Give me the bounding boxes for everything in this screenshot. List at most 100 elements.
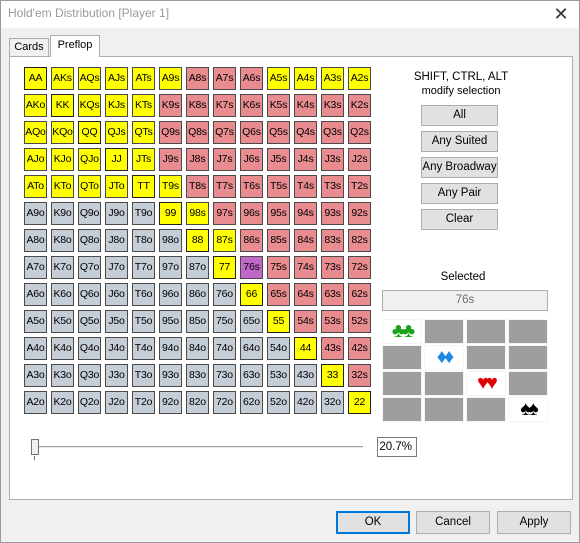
hand-cell[interactable]: 33 (321, 364, 344, 387)
hand-cell[interactable]: AJs (105, 67, 128, 90)
combo-cell-spades[interactable]: ♠♠ (508, 397, 548, 422)
slider-thumb[interactable] (31, 439, 39, 455)
combo-cell[interactable] (424, 397, 464, 422)
hand-cell[interactable]: K9s (159, 94, 182, 117)
combo-cell[interactable] (424, 371, 464, 396)
hand-cell[interactable]: T2o (132, 391, 155, 414)
hand-cell[interactable]: K5s (267, 94, 290, 117)
hand-cell[interactable]: K4o (51, 337, 74, 360)
combo-cell[interactable] (382, 345, 422, 370)
combo-cell-clubs[interactable]: ♣♣ (382, 319, 422, 344)
hand-cell[interactable]: 83o (186, 364, 209, 387)
hand-cell[interactable]: Q2s (348, 121, 371, 144)
hand-cell[interactable]: K4s (294, 94, 317, 117)
hand-cell[interactable]: Q4o (78, 337, 101, 360)
hand-cell[interactable]: Q4s (294, 121, 317, 144)
hand-cell[interactable]: 86s (240, 229, 263, 252)
hand-cell[interactable]: QJo (78, 148, 101, 171)
combo-cell-diamonds[interactable]: ♦♦ (424, 345, 464, 370)
hand-cell[interactable]: 22 (348, 391, 371, 414)
hand-cell[interactable]: 32s (348, 364, 371, 387)
hand-cell[interactable]: A6s (240, 67, 263, 90)
combo-cell[interactable] (424, 319, 464, 344)
hand-cell[interactable]: 75s (267, 256, 290, 279)
hand-cell[interactable]: 92o (159, 391, 182, 414)
hand-cell[interactable]: T3o (132, 364, 155, 387)
hand-cell[interactable]: 84o (186, 337, 209, 360)
hand-cell[interactable]: 53o (267, 364, 290, 387)
hand-cell[interactable]: JTo (105, 175, 128, 198)
any-broadway-button[interactable]: Any Broadway (421, 157, 498, 178)
hand-cell[interactable]: K7s (213, 94, 236, 117)
hand-cell[interactable]: 42s (348, 337, 371, 360)
hand-cell[interactable]: 73o (213, 364, 236, 387)
hand-cell[interactable]: J2o (105, 391, 128, 414)
hand-cell[interactable]: 99 (159, 202, 182, 225)
hand-cell[interactable]: T9s (159, 175, 182, 198)
hand-cell[interactable]: J4s (294, 148, 317, 171)
hand-cell[interactable]: QQ (78, 121, 101, 144)
hand-cell[interactable]: AA (24, 67, 47, 90)
hand-cell[interactable]: QJs (105, 121, 128, 144)
combo-cell[interactable] (508, 371, 548, 396)
hand-cell[interactable]: KTs (132, 94, 155, 117)
hand-cell[interactable]: 52o (267, 391, 290, 414)
hand-cell[interactable]: 87o (186, 256, 209, 279)
hand-cell[interactable]: Q8o (78, 229, 101, 252)
hand-cell[interactable]: A4o (24, 337, 47, 360)
hand-cell[interactable]: KJs (105, 94, 128, 117)
hand-cell[interactable]: T9o (132, 202, 155, 225)
hand-cell[interactable]: 82s (348, 229, 371, 252)
hand-cell[interactable]: J6s (240, 148, 263, 171)
hand-cell[interactable]: AKs (51, 67, 74, 90)
hand-cell[interactable]: Q2o (78, 391, 101, 414)
hand-cell[interactable]: 76s (240, 256, 263, 279)
hand-cell[interactable]: 75o (213, 310, 236, 333)
hand-cell[interactable]: J3o (105, 364, 128, 387)
hand-cell[interactable]: J3s (321, 148, 344, 171)
hand-cell[interactable]: JTs (132, 148, 155, 171)
hand-cell[interactable]: 63o (240, 364, 263, 387)
hand-cell[interactable]: Q5o (78, 310, 101, 333)
hand-cell[interactable]: AJo (24, 148, 47, 171)
hand-cell[interactable]: AQo (24, 121, 47, 144)
hand-cell[interactable]: 82o (186, 391, 209, 414)
combo-cell[interactable] (466, 345, 506, 370)
hand-cell[interactable]: 66 (240, 283, 263, 306)
hand-cell[interactable]: K5o (51, 310, 74, 333)
hand-cell[interactable]: 73s (321, 256, 344, 279)
hand-cell[interactable]: K2s (348, 94, 371, 117)
hand-cell[interactable]: K8o (51, 229, 74, 252)
hand-cell[interactable]: QTo (78, 175, 101, 198)
hand-cell[interactable]: 93s (321, 202, 344, 225)
combo-cell[interactable] (466, 397, 506, 422)
hand-cell[interactable]: A9o (24, 202, 47, 225)
hand-cell[interactable]: AKo (24, 94, 47, 117)
combo-cell[interactable] (382, 371, 422, 396)
hand-cell[interactable]: A6o (24, 283, 47, 306)
hand-cell[interactable]: J8s (186, 148, 209, 171)
hand-cell[interactable]: Q8s (186, 121, 209, 144)
hand-cell[interactable]: 62o (240, 391, 263, 414)
hand-cell[interactable]: A3s (321, 67, 344, 90)
hand-cell[interactable]: T6s (240, 175, 263, 198)
hand-cell[interactable]: Q5s (267, 121, 290, 144)
hand-cell[interactable]: Q9o (78, 202, 101, 225)
hand-cell[interactable]: K3o (51, 364, 74, 387)
hand-cell[interactable]: AQs (78, 67, 101, 90)
hand-cell[interactable]: K6s (240, 94, 263, 117)
hand-cell[interactable]: T7s (213, 175, 236, 198)
hand-cell[interactable]: 85s (267, 229, 290, 252)
hand-cell[interactable]: K7o (51, 256, 74, 279)
hand-cell[interactable]: 98s (186, 202, 209, 225)
all-button[interactable]: All (421, 105, 498, 126)
hand-cell[interactable]: 92s (348, 202, 371, 225)
hand-cell[interactable]: 42o (294, 391, 317, 414)
hand-cell[interactable]: J5s (267, 148, 290, 171)
hand-cell[interactable]: 32o (321, 391, 344, 414)
hand-cell[interactable]: T6o (132, 283, 155, 306)
hand-cell[interactable]: 87s (213, 229, 236, 252)
hand-cell[interactable]: J7o (105, 256, 128, 279)
hand-cell[interactable]: 63s (321, 283, 344, 306)
hand-cell[interactable]: J4o (105, 337, 128, 360)
